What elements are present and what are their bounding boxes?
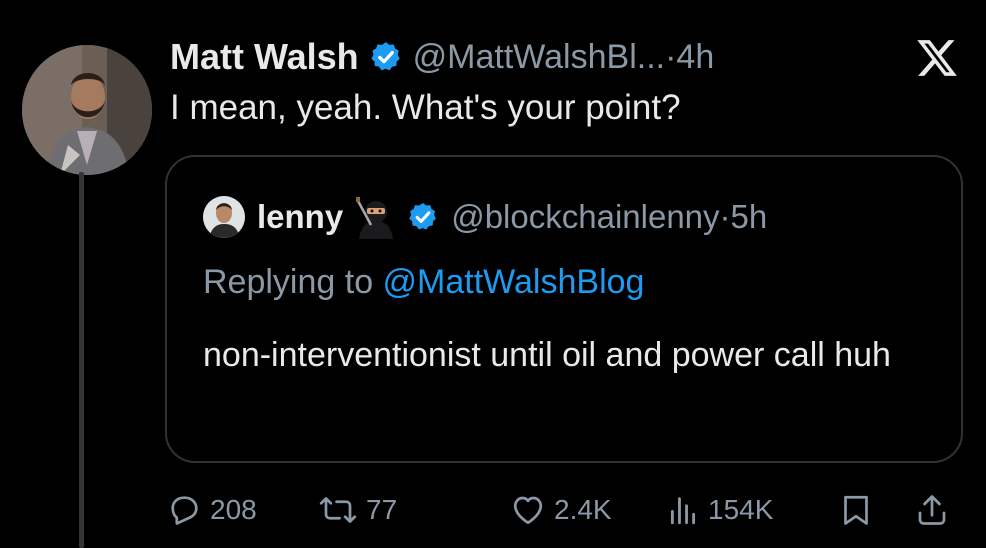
verified-badge-icon: [371, 42, 400, 71]
quoted-avatar: [203, 196, 245, 238]
timestamp[interactable]: 4h: [676, 38, 714, 76]
avatar[interactable]: [22, 45, 152, 175]
separator: ·: [665, 37, 677, 76]
replying-to: Replying to @MattWalshBlog: [203, 263, 644, 302]
like-icon: [513, 496, 543, 525]
reply-count: 208: [210, 494, 257, 525]
quoted-timestamp[interactable]: 5h: [731, 198, 768, 235]
share-icon: [918, 495, 946, 525]
quoted-author-handle[interactable]: @blockchainlenny·5h: [451, 198, 767, 236]
quoted-tweet-text: non-interventionist until oil and power …: [203, 336, 891, 374]
ninja-emoji-icon: [356, 197, 394, 239]
separator: ·: [719, 198, 731, 235]
action-bar: 208 77 2.4K 154K: [166, 485, 966, 535]
tweet-text: I mean, yeah. What's your point?: [170, 88, 681, 127]
bookmark-icon: [844, 495, 868, 525]
views-count: 154K: [708, 494, 774, 525]
views-button[interactable]: 154K: [666, 485, 773, 535]
thread-line: [79, 172, 84, 548]
author-name[interactable]: Matt Walsh: [170, 36, 359, 78]
quoted-tweet[interactable]: lenny @blockchainlenny·5h Replying to @M…: [165, 155, 963, 463]
like-button[interactable]: 2.4K: [510, 485, 612, 535]
retweet-count: 77: [366, 494, 398, 525]
verified-badge-icon: [409, 203, 437, 230]
replying-prefix: Replying to: [203, 263, 383, 301]
like-count: 2.4K: [554, 494, 612, 525]
tweet-header: Matt Walsh @MattWalshBl...·4h: [170, 32, 714, 82]
share-button[interactable]: [914, 485, 950, 535]
reply-button[interactable]: 208: [166, 485, 257, 535]
bookmark-button[interactable]: [838, 485, 874, 535]
retweet-icon: [319, 497, 357, 523]
quoted-tweet-header: lenny @blockchainlenny·5h: [203, 195, 767, 239]
quoted-author-name[interactable]: lenny: [257, 198, 343, 236]
retweet-button[interactable]: 77: [318, 485, 397, 535]
reply-icon: [171, 496, 198, 525]
views-icon: [670, 497, 696, 525]
author-handle[interactable]: @MattWalshBl...·4h: [413, 38, 715, 77]
x-logo-icon[interactable]: [914, 36, 960, 80]
replying-handle-link[interactable]: @MattWalshBlog: [383, 263, 645, 301]
